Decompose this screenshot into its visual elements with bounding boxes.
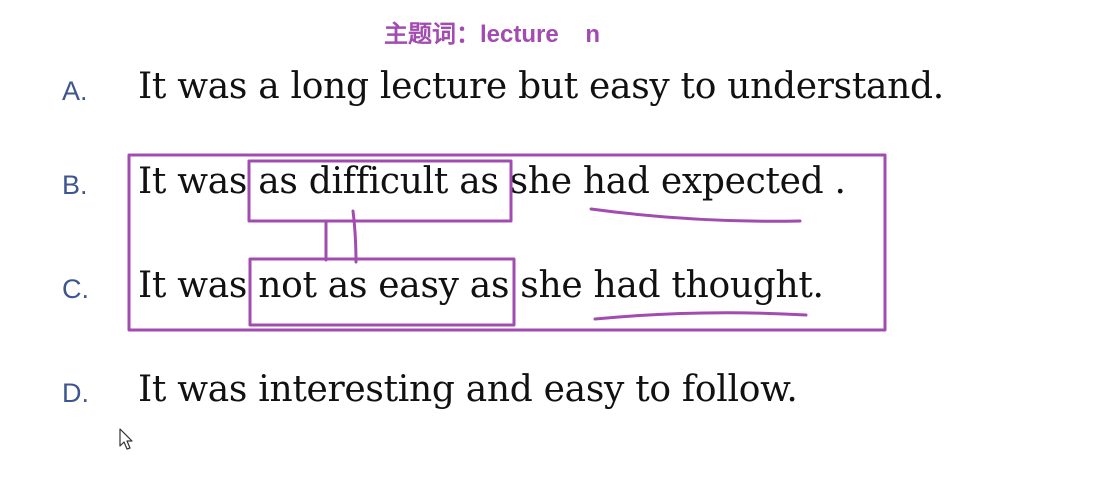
underline-had-expected [589,207,802,223]
option-letter: C. [62,274,89,304]
link-line-right [351,209,358,264]
option-text: It was interesting and easy to follow. [138,369,798,410]
option-text: It was not as easy as she had thought. [138,265,824,306]
mouse-pointer-icon [119,428,133,450]
keyword-heading: 主题词：lecture n [384,21,601,48]
option-text: It was a long lecture but easy to unders… [138,66,944,107]
option-letter: A. [62,76,88,106]
option-letter: D. [62,378,89,408]
option-text: It was as difficult as she had expected … [138,161,846,202]
option-letter: B. [62,170,88,200]
underline-had-thought [593,311,808,321]
